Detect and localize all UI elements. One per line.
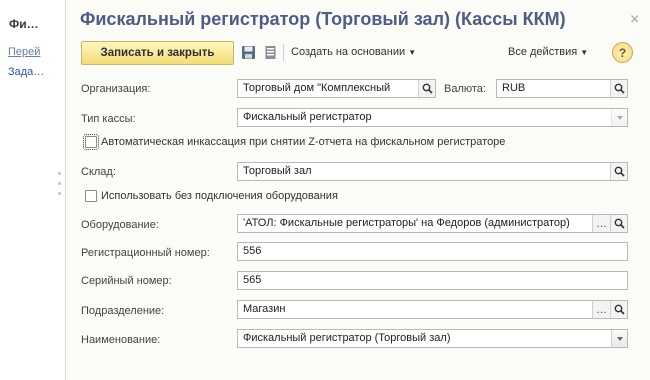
warehouse-field[interactable]: Торговый зал	[237, 162, 628, 181]
floppy-disk-icon[interactable]	[241, 45, 256, 60]
cash-type-select[interactable]: Фискальный регистратор	[237, 108, 628, 127]
search-icon[interactable]	[610, 80, 627, 97]
save-and-close-button[interactable]: Записать и закрыть	[81, 41, 234, 65]
currency-label: Валюта:	[444, 83, 486, 95]
serial-number-value: 565	[243, 274, 262, 286]
department-value: Магазин	[243, 303, 286, 315]
create-based-on-label: Создать на основании	[291, 46, 406, 58]
organization-value: Торговый дом "Комплексный	[243, 82, 391, 94]
left-nav-panel: Фи… Перей Зада…	[0, 0, 66, 380]
search-icon[interactable]	[610, 163, 627, 180]
department-field[interactable]: Магазин …	[237, 300, 628, 319]
cash-type-value: Фискальный регистратор	[243, 111, 372, 123]
reg-number-value: 556	[243, 245, 262, 257]
auto-collection-checkbox[interactable]	[83, 134, 99, 150]
organization-field[interactable]: Торговый дом "Комплексный	[237, 79, 436, 98]
create-based-on-menu[interactable]: Создать на основании ▼	[291, 46, 416, 58]
form-title: Фискальный регистратор (Торговый зал) (К…	[80, 9, 566, 29]
warehouse-value: Торговый зал	[243, 165, 312, 177]
panel-resize-handle[interactable]	[58, 172, 64, 202]
department-label: Подразделение:	[81, 305, 165, 317]
go-to-link[interactable]: Перей	[8, 46, 40, 58]
tasks-link[interactable]: Зада…	[8, 66, 44, 78]
choose-button[interactable]: …	[592, 215, 610, 232]
no-equipment-label: Использовать без подключения оборудовани…	[101, 190, 338, 202]
left-panel-title: Фи…	[9, 17, 39, 31]
serial-number-input[interactable]: 565	[237, 271, 628, 290]
equipment-label: Оборудование:	[81, 219, 159, 231]
choose-button[interactable]: …	[592, 301, 610, 318]
name-select[interactable]: Фискальный регистратор (Торговый зал)	[237, 329, 628, 348]
reg-number-label: Регистрационный номер:	[81, 247, 210, 259]
search-icon[interactable]	[418, 80, 435, 97]
cash-type-label: Тип кассы:	[81, 113, 136, 125]
name-label: Наименование:	[81, 334, 161, 346]
document-list-icon[interactable]	[263, 45, 278, 60]
chevron-down-icon[interactable]	[611, 330, 627, 347]
search-icon[interactable]	[610, 215, 627, 232]
reg-number-input[interactable]: 556	[237, 242, 628, 261]
chevron-down-icon: ▼	[580, 48, 589, 57]
chevron-down-icon: ▼	[408, 48, 417, 57]
currency-field[interactable]: RUB	[496, 79, 628, 98]
no-equipment-checkbox[interactable]	[85, 190, 97, 202]
organization-label: Организация:	[81, 83, 151, 95]
equipment-value: 'АТОЛ: Фискальные регистраторы' на Федор…	[243, 217, 570, 229]
equipment-field[interactable]: 'АТОЛ: Фискальные регистраторы' на Федор…	[237, 214, 628, 233]
auto-collection-label: Автоматическая инкассация при снятии Z-о…	[101, 136, 506, 148]
serial-number-label: Серийный номер:	[81, 275, 172, 287]
close-icon[interactable]: ×	[630, 11, 639, 29]
form-toolbar: Записать и закрыть Создать на основании …	[81, 41, 636, 65]
currency-value: RUB	[502, 82, 526, 94]
all-actions-menu[interactable]: Все действия ▼	[508, 46, 588, 58]
search-icon[interactable]	[610, 301, 627, 318]
toolbar-separator	[283, 44, 284, 61]
form-window: Фискальный регистратор (Торговый зал) (К…	[67, 0, 650, 380]
chevron-down-icon[interactable]	[611, 109, 627, 126]
name-value: Фискальный регистратор (Торговый зал)	[243, 332, 451, 344]
help-button[interactable]: ?	[612, 42, 633, 63]
warehouse-label: Склад:	[81, 166, 116, 178]
all-actions-label: Все действия	[508, 46, 578, 58]
